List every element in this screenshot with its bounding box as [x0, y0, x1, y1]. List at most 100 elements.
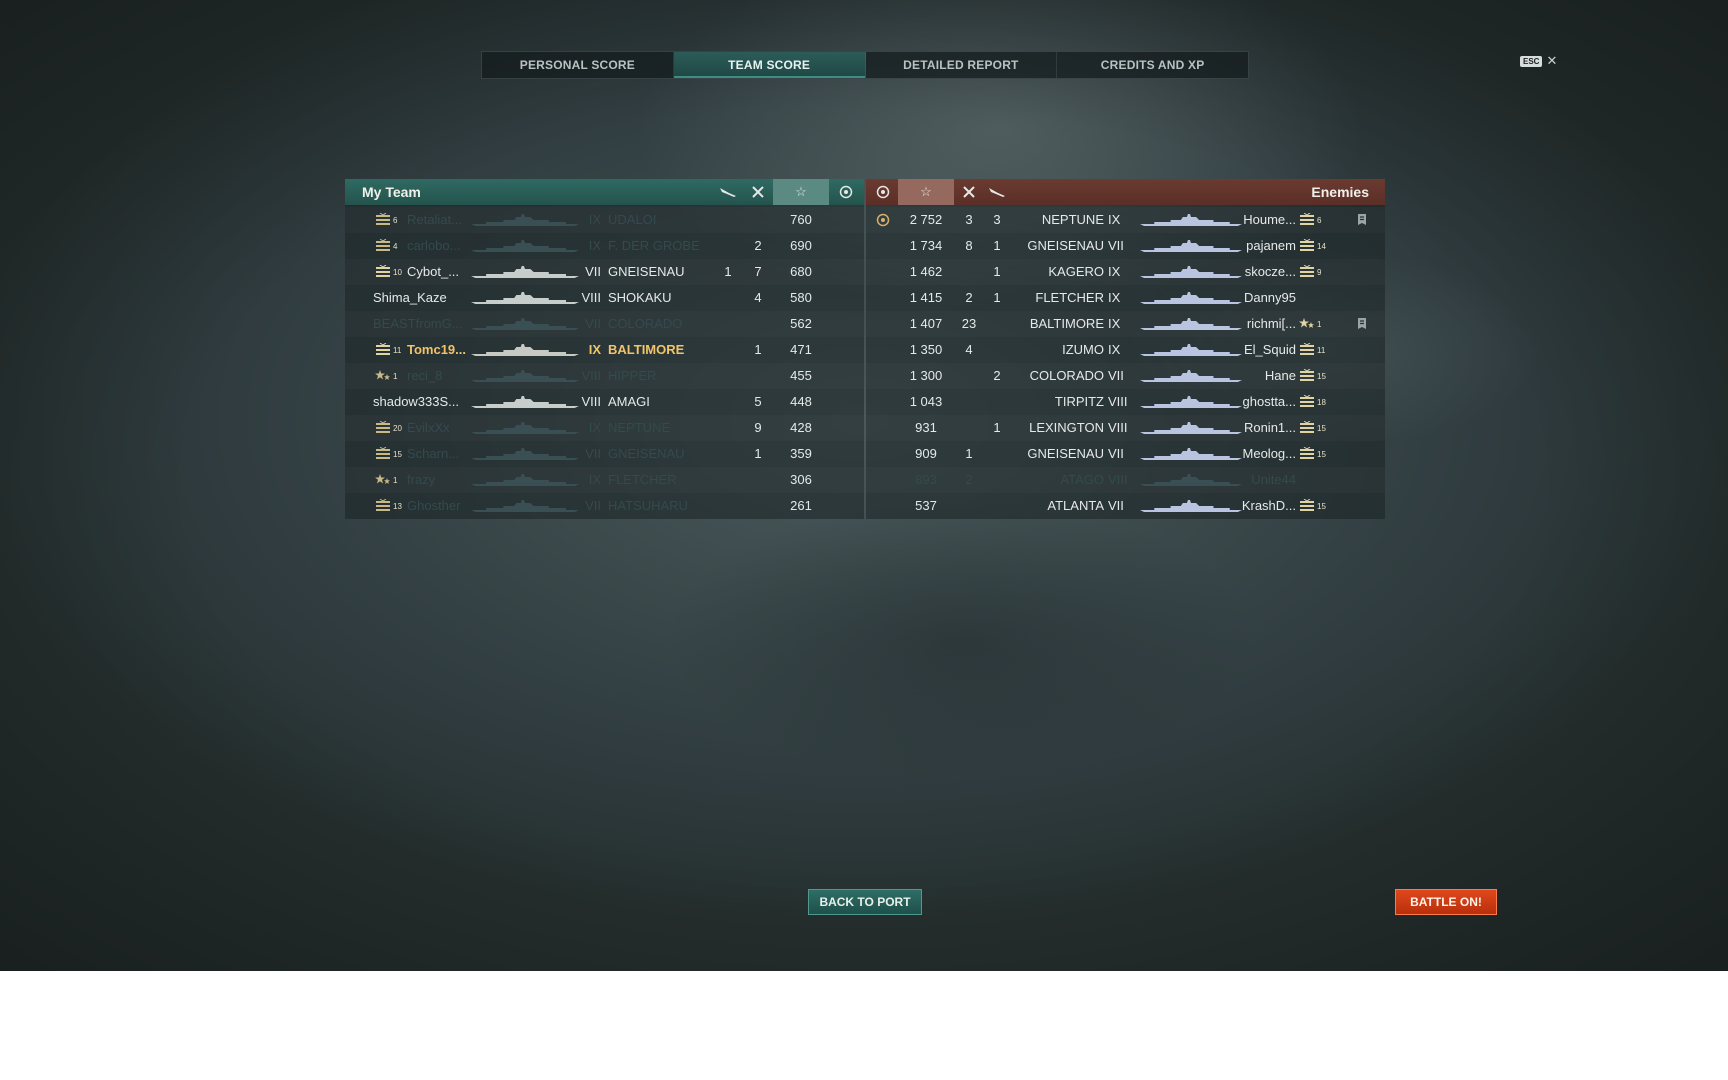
ship-silhouette: [1140, 474, 1242, 487]
my-team-header: My Team ☆: [345, 179, 864, 205]
close-button[interactable]: ESC ✕: [1520, 53, 1558, 68]
ship-name: COLORADO: [608, 316, 683, 331]
ship-silhouette: [1140, 266, 1242, 279]
ship-silhouette: [471, 344, 579, 357]
ship-tier: IX: [1108, 264, 1121, 279]
ship-name: NEPTUNE: [608, 420, 671, 435]
ship-name: BALTIMORE: [1029, 316, 1104, 331]
player-name: carlobo...: [407, 238, 461, 253]
ship-tier: IX: [1108, 342, 1121, 357]
ship-name: GNEISENAU: [608, 264, 685, 279]
report-icon[interactable]: [1357, 317, 1369, 331]
ships-destroyed: 7: [754, 264, 762, 279]
player-name: Ghosther: [407, 498, 461, 513]
ships-destroyed: [956, 363, 982, 389]
ships-destroyed: [745, 493, 771, 519]
ship-tier: VIII: [581, 368, 601, 383]
ship-tier: VIII: [1108, 420, 1128, 435]
ship-silhouette: [471, 214, 579, 227]
player-name: reci_8: [407, 368, 443, 383]
planes-destroyed: [715, 233, 741, 259]
ship-name: FLETCHER: [608, 472, 677, 487]
ship-silhouette: [1140, 396, 1242, 409]
base-xp-score: 448: [790, 394, 812, 409]
tab-personal-score[interactable]: PERSONAL SCORE: [482, 52, 674, 78]
battle-on-button[interactable]: BATTLE ON!: [1395, 889, 1497, 915]
ship-silhouette: [471, 370, 579, 383]
base-xp-score: 760: [790, 212, 812, 227]
ship-tier: VII: [1108, 446, 1124, 461]
ships-destroyed: 4: [754, 290, 762, 305]
player-name: Meolog...: [1242, 446, 1296, 461]
ships-destroyed: 8: [965, 238, 973, 253]
planes-destroyed: [715, 285, 741, 311]
base-xp-score: 1 043: [909, 394, 943, 409]
ships-destroyed: 3: [965, 212, 973, 227]
ship-tier: IX: [588, 420, 601, 435]
base-xp-score: 261: [790, 498, 812, 513]
player-rank: 15: [1317, 372, 1326, 381]
my-team-title: My Team: [362, 184, 421, 200]
ship-silhouette: [471, 422, 579, 435]
ship-tier: IX: [1108, 212, 1121, 227]
ship-tier: IX: [1108, 316, 1121, 331]
tab-credits-and-xp[interactable]: CREDITS AND XP: [1057, 52, 1248, 78]
ship-silhouette: [471, 396, 579, 409]
ship-name: ATLANTA: [1047, 498, 1104, 513]
ship-name: GNEISENAU: [608, 446, 685, 461]
player-name: pajanem: [1246, 238, 1296, 253]
player-name: EvilxXx: [407, 420, 450, 435]
player-name: BEASTfromG...: [373, 316, 463, 331]
base-xp-score: 537: [915, 498, 937, 513]
player-name: Scharn...: [407, 446, 460, 461]
player-rank: 13: [393, 502, 402, 511]
ships-destroyed: [956, 493, 982, 519]
ship-name: AMAGI: [608, 394, 650, 409]
ship-name: KAGERO: [1048, 264, 1104, 279]
player-rank: 4: [393, 242, 398, 251]
report-icon[interactable]: [1357, 213, 1369, 227]
base-xp-score: 690: [790, 238, 812, 253]
player-rank: 6: [1317, 216, 1322, 225]
ships-destroyed: 1: [754, 342, 762, 357]
player-name: shadow333S...: [373, 394, 460, 409]
base-xp-score: 1 350: [909, 342, 943, 357]
back-to-port-button[interactable]: BACK TO PORT: [808, 889, 922, 915]
player-name: Danny95: [1243, 290, 1296, 305]
base-xp-score: 1 415: [909, 290, 943, 305]
score-row: shadow333S... VIII AMAGI 5 448 1 043 TIRPITZ VI…: [345, 389, 1385, 415]
player-name: KrashD...: [1241, 498, 1296, 513]
player-name: El_Squid: [1243, 342, 1296, 357]
base-xp-score: 471: [790, 342, 812, 357]
ship-name: HATSUHARU: [608, 498, 688, 513]
tab-team-score[interactable]: TEAM SCORE: [673, 52, 866, 78]
ship-name: BALTIMORE: [608, 342, 685, 357]
player-rank: 18: [1317, 398, 1326, 407]
ship-silhouette: [471, 266, 579, 279]
team-score-table: My Team ☆ ☆ Enemies 6 Retaliat... IX UDALOI…: [345, 179, 1385, 519]
star-icon[interactable]: ☆: [773, 179, 829, 205]
base-xp-score: 680: [790, 264, 812, 279]
player-rank: 15: [1317, 450, 1326, 459]
esc-key-hint: ESC: [1520, 55, 1543, 67]
tab-detailed-report[interactable]: DETAILED REPORT: [866, 52, 1058, 78]
base-xp-score: 306: [790, 472, 812, 487]
player-name: Houme...: [1243, 212, 1296, 227]
ship-tier: VIII: [581, 290, 601, 305]
player-rank: 10: [393, 268, 402, 277]
player-rank: 15: [1317, 502, 1326, 511]
planes-destroyed: [715, 337, 741, 363]
ship-tier: IX: [588, 238, 601, 253]
player-name: Shima_Kaze: [373, 290, 447, 305]
star-icon[interactable]: ☆: [898, 179, 954, 205]
ship-tier: VII: [585, 316, 601, 331]
player-name: Ronin1...: [1243, 420, 1296, 435]
ships-destroyed: [956, 259, 982, 285]
ship-silhouette: [471, 318, 579, 331]
score-row: BEASTfromG... VII COLORADO 562 1 407 23 BALTIM…: [345, 311, 1385, 337]
close-icon: ✕: [1546, 53, 1558, 68]
planes-destroyed: [715, 207, 741, 233]
ship-name: TIRPITZ: [1054, 394, 1104, 409]
ship-tier: VII: [585, 498, 601, 513]
ship-silhouette: [1140, 318, 1242, 331]
